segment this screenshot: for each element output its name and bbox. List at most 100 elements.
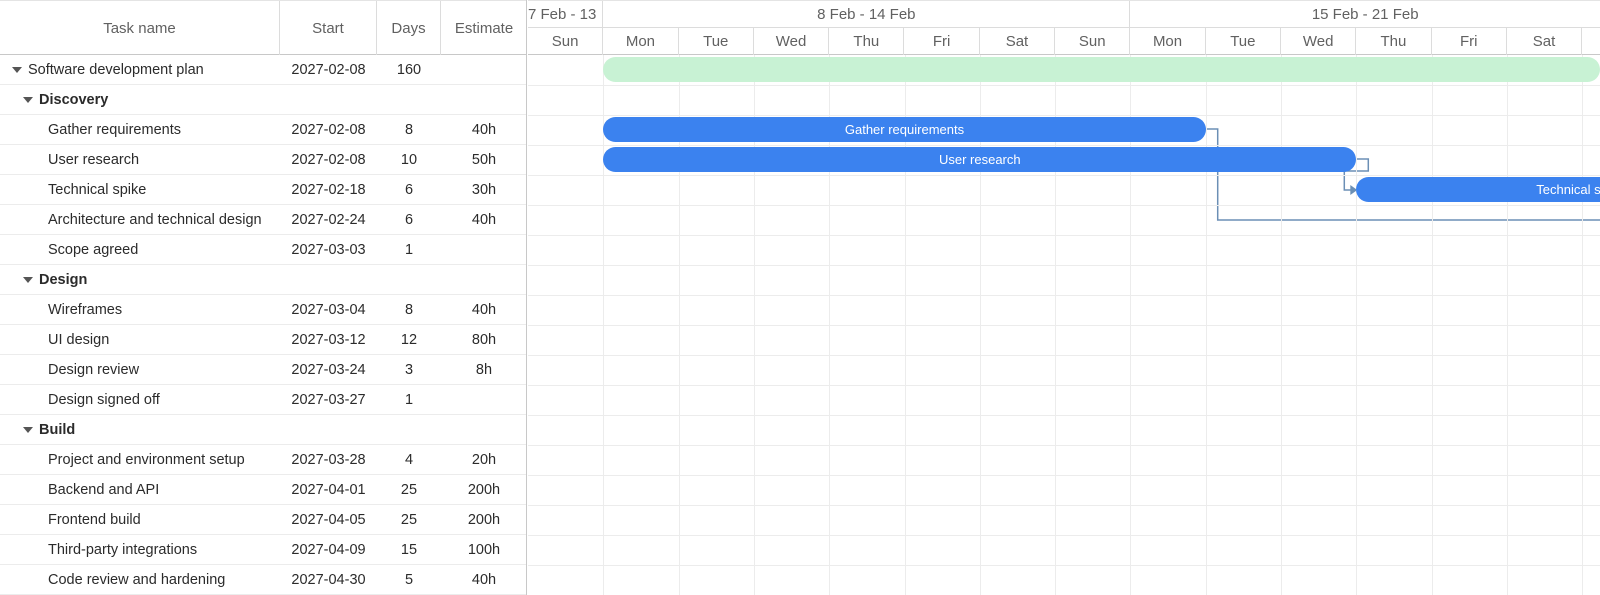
collapse-caret-icon[interactable] [23, 426, 33, 433]
task-days: 160 [396, 61, 422, 78]
task-name-cell: User research [0, 145, 280, 174]
task-row[interactable]: Architecture and technical design 2027-02… [0, 205, 526, 235]
collapse-caret-icon[interactable] [12, 66, 22, 73]
task-start: 2027-02-18 [291, 181, 366, 198]
task-estimate: 80h [471, 331, 497, 348]
task-start: 2027-03-12 [291, 331, 366, 348]
task-name-cell: Software development plan [0, 55, 280, 84]
task-name-cell: Code review and hardening [0, 565, 280, 594]
task-name: Design signed off [48, 391, 160, 408]
task-days [377, 85, 441, 114]
task-start: 2027-04-09 [291, 541, 366, 558]
row-gridline [528, 475, 1600, 476]
task-start: 2027-02-08 [291, 61, 366, 78]
task-grid: Task name Start Days Estimate Software d… [0, 0, 527, 595]
column-header-start[interactable]: Start [280, 1, 377, 55]
task-bar[interactable]: User research [603, 147, 1357, 172]
task-start: 2027-04-01 [291, 481, 366, 498]
day-label: Sat [980, 28, 1056, 55]
task-row[interactable]: Scope agreed 2027-03-03 1 [0, 235, 526, 265]
row-gridline [528, 565, 1600, 566]
day-label: Sun [1055, 28, 1131, 55]
task-start: 2027-03-27 [291, 391, 366, 408]
group-row[interactable]: Build [0, 415, 526, 445]
task-estimate: 100h [467, 541, 501, 558]
task-days [377, 415, 441, 444]
day-label: Wed [1281, 28, 1357, 55]
task-row[interactable]: User research 2027-02-08 10 50h [0, 145, 526, 175]
task-days: 8 [404, 301, 414, 318]
task-name: User research [48, 151, 140, 168]
row-gridline [528, 145, 1600, 146]
task-estimate: 20h [471, 451, 497, 468]
row-gridline [528, 85, 1600, 86]
task-start: 2027-03-03 [291, 241, 366, 258]
task-row[interactable]: Third-party integrations 2027-04-09 15 100h [0, 535, 526, 565]
task-days: 15 [400, 541, 418, 558]
task-estimate: 40h [471, 211, 497, 228]
task-name-cell: Design [0, 265, 280, 294]
gantt-chart: 7 Feb - 13 8 Feb - 14 Feb 15 Feb - 21 Feb … [528, 0, 1600, 595]
task-estimate: 200h [467, 511, 501, 528]
column-header-estimate[interactable]: Estimate [441, 1, 526, 55]
row-gridline [528, 115, 1600, 116]
task-estimate: 50h [471, 151, 497, 168]
task-row[interactable]: UI design 2027-03-12 12 80h [0, 325, 526, 355]
column-header-days[interactable]: Days [377, 1, 441, 55]
task-estimate: 30h [471, 181, 497, 198]
row-gridline [528, 265, 1600, 266]
collapse-caret-icon[interactable] [23, 276, 33, 283]
task-name-cell: Frontend build [0, 505, 280, 534]
task-name: Discovery [39, 91, 109, 108]
task-days: 8 [404, 121, 414, 138]
row-gridline [528, 505, 1600, 506]
task-name-cell: Scope agreed [0, 235, 280, 264]
task-row[interactable]: Project and environment setup 2027-03-28 4… [0, 445, 526, 475]
task-start: 2027-03-04 [291, 301, 366, 318]
day-label: Wed [754, 28, 830, 55]
task-start [280, 85, 377, 114]
task-bar[interactable]: Technical s [1356, 177, 1600, 202]
task-name-cell: UI design [0, 325, 280, 354]
task-name: Code review and hardening [48, 571, 226, 588]
timeline-week-scale: 7 Feb - 13 8 Feb - 14 Feb 15 Feb - 21 Feb [528, 0, 1600, 28]
day-label: Sat [1507, 28, 1583, 55]
task-days: 6 [404, 211, 414, 228]
task-row[interactable]: Technical spike 2027-02-18 6 30h [0, 175, 526, 205]
day-label: Thu [1356, 28, 1432, 55]
task-name: Technical spike [48, 181, 147, 198]
task-days: 25 [400, 481, 418, 498]
task-days: 5 [404, 571, 414, 588]
task-row[interactable]: Code review and hardening 2027-04-30 5 40h [0, 565, 526, 595]
task-row[interactable]: Gather requirements 2027-02-08 8 40h [0, 115, 526, 145]
task-name-cell: Technical spike [0, 175, 280, 204]
task-start: 2027-04-30 [291, 571, 366, 588]
column-header-task-name[interactable]: Task name [0, 1, 280, 55]
task-days: 3 [404, 361, 414, 378]
group-row[interactable]: Discovery [0, 85, 526, 115]
task-estimate [441, 265, 526, 294]
collapse-caret-icon[interactable] [23, 96, 33, 103]
gantt-body[interactable]: Gather requirements User research Technica… [528, 55, 1600, 595]
task-days: 6 [404, 181, 414, 198]
task-name: Design [39, 271, 88, 288]
task-name-cell: Wireframes [0, 295, 280, 324]
task-row[interactable]: Frontend build 2027-04-05 25 200h [0, 505, 526, 535]
summary-bar[interactable] [603, 57, 1600, 82]
task-estimate [441, 55, 526, 84]
day-label: Tue [679, 28, 754, 55]
task-name-cell: Architecture and technical design [0, 205, 280, 234]
task-estimate: 200h [467, 481, 501, 498]
row-gridline [528, 355, 1600, 356]
group-row[interactable]: Design [0, 265, 526, 295]
task-row[interactable]: Design signed off 2027-03-27 1 [0, 385, 526, 415]
week-label: 7 Feb - 13 [528, 1, 604, 28]
task-row[interactable]: Backend and API 2027-04-01 25 200h [0, 475, 526, 505]
row-gridline [528, 235, 1600, 236]
task-row[interactable]: Design review 2027-03-24 3 8h [0, 355, 526, 385]
task-estimate [441, 385, 526, 414]
group-row[interactable]: Software development plan 2027-02-08 160 [0, 55, 526, 85]
row-gridline [528, 445, 1600, 446]
task-row[interactable]: Wireframes 2027-03-04 8 40h [0, 295, 526, 325]
task-bar[interactable]: Gather requirements [603, 117, 1206, 142]
